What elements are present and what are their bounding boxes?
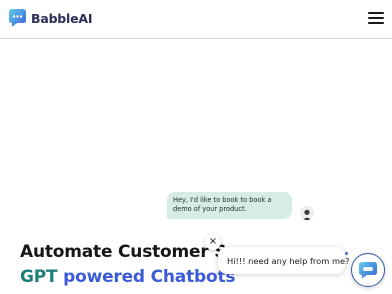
chat-launcher-button[interactable] xyxy=(351,253,385,287)
menu-line xyxy=(368,17,384,19)
chatbot-launcher-icon xyxy=(359,262,377,279)
subline-gpt: GPT xyxy=(20,267,58,287)
person-icon xyxy=(300,207,314,220)
brand-name: BabbleAI xyxy=(31,10,93,26)
menu-line xyxy=(368,22,384,24)
close-popup-button[interactable]: × xyxy=(205,234,221,250)
menu-line xyxy=(368,12,384,14)
user-avatar xyxy=(300,206,314,220)
greeting-text: Hi!!! need any help from me? xyxy=(227,255,350,266)
subline-powered: powered Chatbots xyxy=(63,267,236,287)
hero-subline: GPT powered Chatbots xyxy=(20,267,235,287)
site-header: BabbleAI xyxy=(0,0,392,39)
demo-chat-bubble: Hey, I'd like to book to book a demo of … xyxy=(167,192,292,219)
hamburger-menu-icon[interactable] xyxy=(368,12,384,25)
chat-bubble-logo-icon xyxy=(9,9,26,27)
notification-dot xyxy=(345,252,348,255)
chat-greeting-popup[interactable]: Hi!!! need any help from me? xyxy=(218,247,350,274)
logo[interactable]: BabbleAI xyxy=(8,8,93,28)
